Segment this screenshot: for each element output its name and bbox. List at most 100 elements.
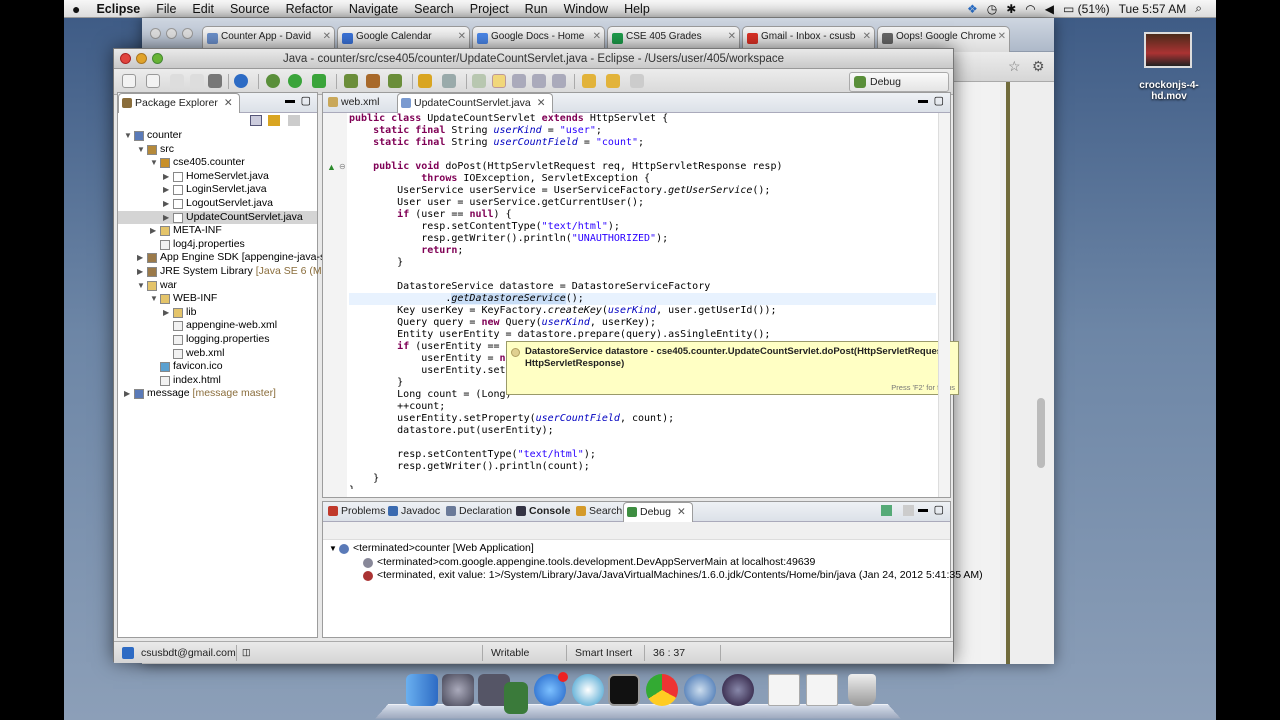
menu-run[interactable]: Run (517, 0, 556, 18)
chrome-minimize-button[interactable] (166, 28, 177, 39)
code-editor[interactable]: public class UpdateCountServlet extends … (349, 113, 936, 489)
close-tab-icon[interactable]: ✕ (728, 31, 736, 42)
collapse-all-icon[interactable] (250, 115, 262, 126)
maximize-view-icon[interactable]: ▢ (301, 94, 311, 107)
debug-row[interactable]: <terminated, exit value: 1>/System/Libra… (323, 569, 983, 583)
close-button[interactable] (120, 53, 131, 64)
run-icon[interactable] (288, 74, 302, 88)
apple-icon[interactable]: ● (64, 0, 88, 18)
spotlight-icon[interactable]: ⌕ (1195, 1, 1202, 16)
tree-item[interactable]: ▶ LoginServlet.java (118, 183, 317, 197)
new-wizard-icon[interactable] (146, 74, 160, 88)
twisty-icon[interactable]: ▼ (137, 143, 145, 157)
tab-debug[interactable]: Debug ✕ (623, 502, 693, 522)
open-type-icon[interactable] (418, 74, 432, 88)
eclipse-icon[interactable] (722, 674, 754, 706)
view-menu-icon[interactable] (288, 115, 300, 126)
close-tab-icon[interactable]: ✕ (593, 31, 601, 42)
debug-minimize-icon[interactable]: ▬ (918, 504, 928, 515)
show-whitespace-icon[interactable] (512, 74, 526, 88)
menu-edit[interactable]: Edit (184, 0, 222, 18)
close-tab-icon[interactable]: ✕ (458, 31, 466, 42)
tree-item[interactable]: ▼ cse405.counter (118, 156, 317, 170)
menu-search[interactable]: Search (406, 0, 462, 18)
chrome-close-button[interactable] (150, 28, 161, 39)
editor-minimize-icon[interactable]: ▬ (918, 95, 928, 106)
tree-item[interactable]: ▼ WEB-INF (118, 292, 317, 306)
twisty-icon[interactable]: ▼ (137, 279, 145, 293)
tree-item[interactable]: favicon.ico (118, 360, 317, 374)
google-deploy-icon[interactable] (234, 74, 248, 88)
quicktime-icon[interactable] (684, 674, 716, 706)
twisty-icon[interactable]: ▶ (163, 183, 171, 197)
twisty-icon[interactable]: ▶ (137, 265, 145, 279)
menu-navigate[interactable]: Navigate (341, 0, 406, 18)
tab-console[interactable]: Console (513, 502, 576, 522)
close-icon[interactable]: ✕ (537, 97, 546, 109)
close-tab-icon[interactable]: ✕ (323, 31, 331, 42)
tree-item[interactable]: ▶ LogoutServlet.java (118, 197, 317, 211)
highlight-icon[interactable] (492, 74, 506, 88)
bluetooth-icon[interactable]: ✱ (1006, 2, 1016, 16)
annotation-icon[interactable] (552, 74, 566, 88)
debug-run-icon[interactable] (266, 74, 280, 88)
external-tools-icon[interactable] (312, 74, 326, 88)
twisty-icon[interactable]: ▼ (124, 129, 132, 143)
twisty-icon[interactable]: ▶ (137, 251, 145, 265)
bookmark-star-icon[interactable]: ☆ (1008, 58, 1021, 75)
menu-refactor[interactable]: Refactor (278, 0, 341, 18)
twisty-icon[interactable]: ▼ (150, 292, 158, 306)
tree-item[interactable]: ▼ war (118, 279, 317, 293)
twisty-icon[interactable]: ▶ (163, 197, 171, 211)
document-icon[interactable] (806, 674, 838, 706)
menu-help[interactable]: Help (616, 0, 658, 18)
editor-maximize-icon[interactable]: ▢ (934, 94, 944, 107)
tree-item[interactable]: web.xml (118, 347, 317, 361)
back-icon[interactable] (582, 74, 596, 88)
tree-item[interactable]: ▶ message [message master] (118, 387, 317, 401)
tree-item[interactable]: index.html (118, 374, 317, 388)
chrome-zoom-button[interactable] (182, 28, 193, 39)
block-selection-icon[interactable] (532, 74, 546, 88)
save-all-icon[interactable] (190, 74, 204, 88)
menu-window[interactable]: Window (556, 0, 616, 18)
dropbox-icon[interactable]: ❖ (967, 2, 978, 16)
folder-app-icon[interactable] (504, 682, 528, 714)
minimize-button[interactable] (136, 53, 147, 64)
wifi-icon[interactable]: ◠ (1025, 2, 1035, 16)
twisty-icon[interactable]: ▼ (150, 156, 158, 170)
document-icon[interactable] (768, 674, 800, 706)
close-tab-icon[interactable]: ✕ (998, 31, 1006, 42)
new-java-project-icon[interactable] (344, 74, 358, 88)
tab-problems[interactable]: Problems (325, 502, 391, 522)
tab-declaration[interactable]: Declaration (443, 502, 518, 522)
account-email[interactable]: csusbdt@gmail.com (136, 645, 236, 661)
clock[interactable]: Tue 5:57 AM (1119, 2, 1187, 16)
twisty-icon[interactable]: ▼ (329, 542, 337, 556)
tab-package-explorer[interactable]: Package Explorer ✕ (118, 93, 240, 113)
forward-icon[interactable] (630, 74, 644, 88)
fast-view-icon[interactable]: ◫ (242, 647, 251, 658)
wrench-icon[interactable]: ⚙ (1032, 58, 1045, 75)
twisty-icon[interactable]: ▶ (150, 224, 158, 238)
tab-search[interactable]: Search (573, 502, 628, 522)
menu-file[interactable]: File (148, 0, 184, 18)
zoom-button[interactable] (152, 53, 163, 64)
twisty-icon[interactable]: ▶ (163, 211, 171, 225)
search-tool-icon[interactable] (442, 74, 456, 88)
volume-icon[interactable]: ◀ (1045, 2, 1054, 16)
print-icon[interactable] (208, 74, 222, 88)
menu-project[interactable]: Project (462, 0, 517, 18)
twisty-icon[interactable]: ▶ (124, 387, 132, 401)
navigate-back-icon[interactable] (606, 74, 620, 88)
launchpad-icon[interactable] (442, 674, 474, 706)
tree-item[interactable]: logging.properties (118, 333, 317, 347)
terminal-icon[interactable] (608, 674, 640, 706)
link-with-editor-icon[interactable] (268, 115, 280, 126)
editor-overview-ruler[interactable] (938, 113, 950, 497)
hover-tooltip[interactable]: DatastoreService datastore - cse405.coun… (506, 341, 959, 395)
new-icon[interactable] (122, 74, 136, 88)
close-icon[interactable]: ✕ (224, 97, 233, 109)
safari-icon[interactable] (572, 674, 604, 706)
tree-item[interactable]: log4j.properties (118, 238, 317, 252)
